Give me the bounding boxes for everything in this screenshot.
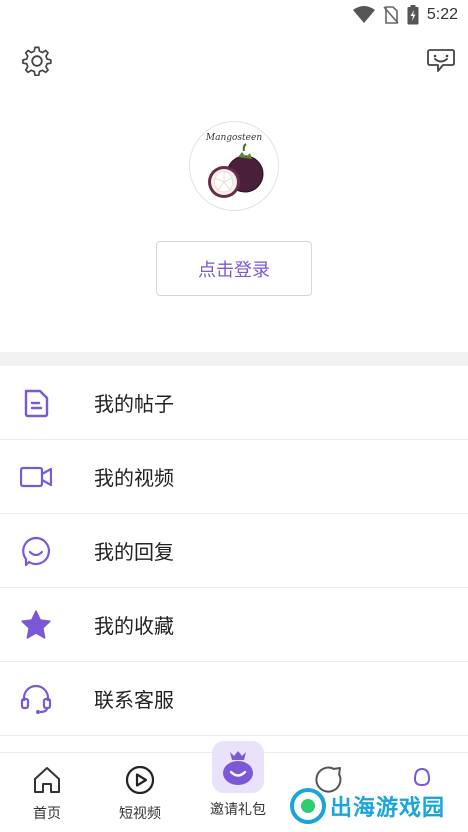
menu-item-my-favorites[interactable]: 我的收藏 — [0, 588, 468, 662]
menu-item-my-posts[interactable]: 我的帖子 — [0, 366, 468, 440]
tab-short-video[interactable]: 短视频 — [110, 753, 170, 832]
watermark-text: 出海游戏园 — [330, 796, 446, 821]
tab-label: 首页 — [33, 806, 61, 822]
watermark: 出海游戏园 — [290, 786, 460, 826]
gift-bag-icon — [223, 751, 253, 785]
tab-invite-gift[interactable]: 邀请礼包 — [198, 739, 278, 819]
menu-list: 我的帖子 我的视频 我的回复 我的收藏 联系客服 — [0, 366, 468, 736]
star-icon — [21, 610, 51, 639]
reply-bubble-icon — [22, 536, 51, 567]
status-bar: 5:22 — [0, 0, 468, 32]
watermark-logo-icon — [290, 788, 326, 824]
section-divider — [0, 352, 468, 366]
tab-label: 短视频 — [119, 806, 161, 822]
menu-item-customer-service[interactable]: 联系客服 — [0, 662, 468, 736]
home-icon — [34, 767, 60, 793]
tab-label: 邀请礼包 — [210, 802, 266, 818]
play-circle-icon — [125, 765, 155, 795]
gift-tile — [212, 741, 264, 793]
settings-gear-icon[interactable] — [22, 46, 52, 76]
no-sim-icon — [383, 6, 399, 24]
login-button[interactable]: 点击登录 — [156, 241, 312, 296]
video-camera-icon — [20, 466, 52, 488]
avatar[interactable]: Mangosteen — [189, 121, 279, 211]
tab-home[interactable]: 首页 — [22, 753, 72, 832]
menu-item-my-replies[interactable]: 我的回复 — [0, 514, 468, 588]
menu-item-label: 我的回复 — [94, 540, 174, 564]
headset-icon — [20, 684, 52, 714]
menu-item-label: 我的收藏 — [94, 614, 174, 638]
menu-item-my-videos[interactable]: 我的视频 — [0, 440, 468, 514]
battery-charging-icon — [407, 5, 419, 25]
menu-item-label: 联系客服 — [94, 688, 174, 712]
message-bubble-icon[interactable] — [426, 46, 456, 76]
wifi-icon — [352, 6, 375, 23]
status-time: 5:22 — [426, 6, 458, 23]
menu-item-label: 我的视频 — [94, 466, 174, 490]
mangosteen-illustration — [208, 143, 264, 198]
menu-item-label: 我的帖子 — [94, 392, 174, 416]
document-icon — [24, 389, 49, 418]
